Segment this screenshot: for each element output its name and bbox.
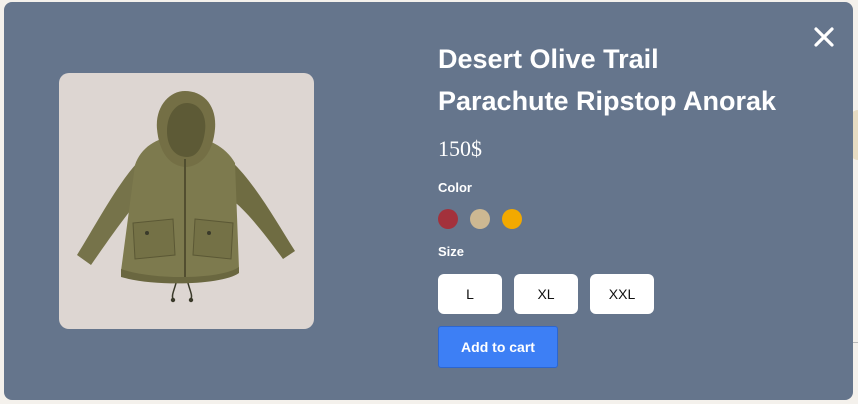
color-swatch-gold[interactable]	[502, 209, 522, 229]
close-icon	[814, 27, 834, 47]
product-title-line-2: Parachute Ripstop Anorak	[438, 86, 777, 116]
size-option-xxl[interactable]: XXL	[590, 274, 654, 314]
product-title-line-1: Desert Olive Trail	[438, 44, 659, 74]
add-to-cart-button[interactable]: Add to cart	[438, 326, 558, 368]
product-image	[59, 73, 314, 329]
product-modal: Desert Olive Trail Parachute Ripstop Ano…	[4, 2, 853, 400]
color-swatch-tan[interactable]	[470, 209, 490, 229]
color-swatches	[438, 209, 522, 229]
jacket-image	[77, 91, 295, 303]
size-option-xl[interactable]: XL	[514, 274, 578, 314]
size-option-l[interactable]: L	[438, 274, 502, 314]
product-price: 150$	[438, 136, 482, 161]
color-swatch-red[interactable]	[438, 209, 458, 229]
color-label: Color	[438, 180, 472, 195]
product-title: Desert Olive Trail Parachute Ripstop Ano…	[438, 38, 808, 122]
size-options: L XL XXL	[438, 274, 654, 314]
size-label: Size	[438, 244, 465, 259]
close-button[interactable]	[812, 25, 836, 49]
